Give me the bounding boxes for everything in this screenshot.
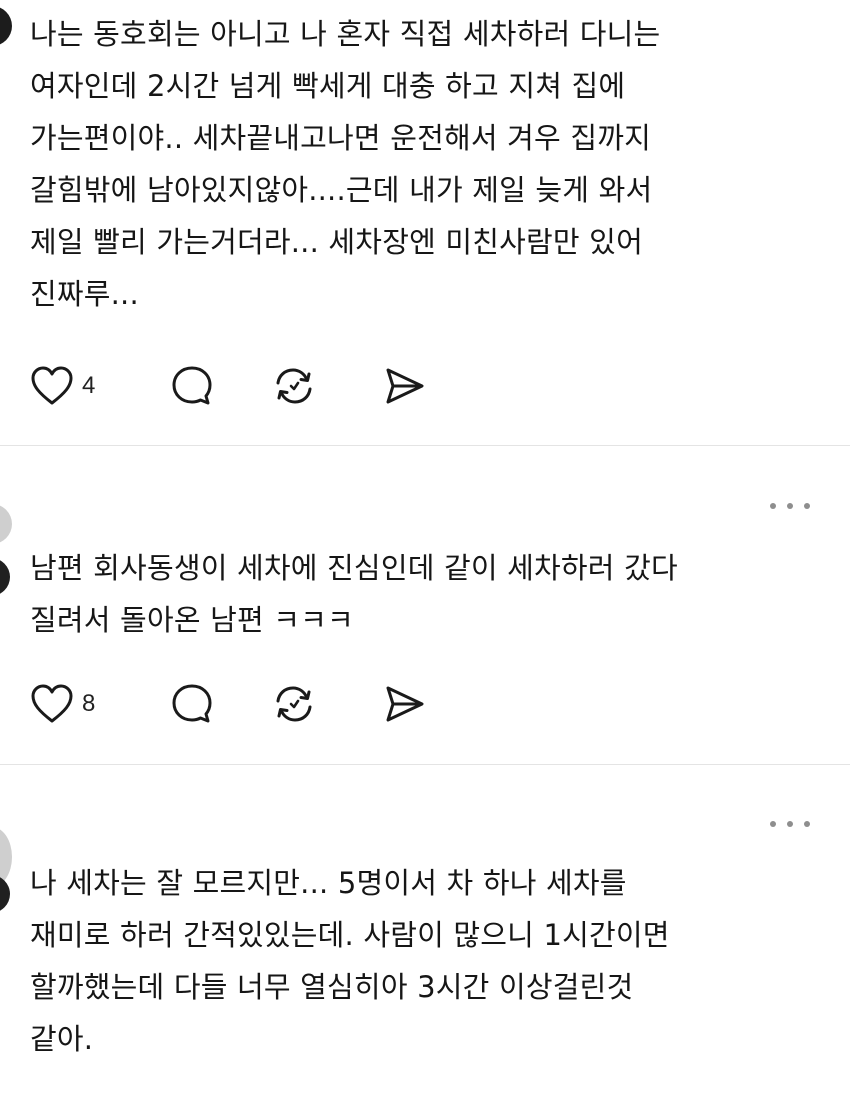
like-count: 4 <box>82 372 96 399</box>
action-bar: 8 <box>30 680 432 728</box>
post-text: 남편 회사동생이 세차에 진심인데 같이 세차하러 갔다 질려서 돌아온 남편 … <box>30 542 830 646</box>
comment-button[interactable] <box>170 362 272 410</box>
more-options-button[interactable] <box>770 498 810 514</box>
comment-bubble-icon <box>172 366 212 405</box>
action-bar: 4 <box>30 362 432 410</box>
post-1: 나는 동호회는 아니고 나 혼자 직접 세차하러 다니는 여자인데 2시간 넘게… <box>0 0 850 445</box>
repost-button[interactable] <box>272 362 382 410</box>
post-text-line: 갈힘밖에 남아있지않아....근데 내가 제일 늦게 와서 <box>30 173 653 207</box>
like-button[interactable]: 4 <box>30 362 170 410</box>
share-button[interactable] <box>382 362 432 410</box>
post-2: 남편 회사동생이 세차에 진심인데 같이 세차하러 갔다 질려서 돌아온 남편 … <box>0 446 850 764</box>
post-text-line: 가는편이야.. 세차끝내고나면 운전해서 겨우 집까지 <box>30 121 651 155</box>
more-horizontal-icon <box>770 503 776 509</box>
like-button[interactable]: 8 <box>30 680 170 728</box>
comment-bubble-icon <box>172 684 212 723</box>
heart-icon <box>31 366 73 405</box>
avatar[interactable] <box>0 504 12 544</box>
avatar[interactable] <box>0 6 12 46</box>
avatar-badge <box>0 875 10 913</box>
like-count: 8 <box>82 690 96 717</box>
post-text-line: 진짜루... <box>30 277 139 311</box>
repost-icon <box>276 368 312 404</box>
more-options-button[interactable] <box>770 816 810 832</box>
comment-button[interactable] <box>170 680 272 728</box>
post-text-line: 같아. <box>30 1022 94 1056</box>
post-text: 나 세차는 잘 모르지만... 5명이서 차 하나 세차를 재미로 하러 간적있… <box>30 857 830 1065</box>
repost-icon <box>276 686 312 722</box>
post-text-line: 제일 빨리 가는거더라... 세차장엔 미친사람만 있어 <box>30 225 643 259</box>
more-horizontal-icon <box>770 821 776 827</box>
post-3: 나 세차는 잘 모르지만... 5명이서 차 하나 세차를 재미로 하러 간적있… <box>0 765 850 1094</box>
post-text-line: 나는 동호회는 아니고 나 혼자 직접 세차하러 다니는 <box>30 17 661 51</box>
send-icon <box>386 686 424 722</box>
heart-icon <box>31 684 73 723</box>
post-text-line: 여자인데 2시간 넘게 빡세게 대충 하고 지쳐 집에 <box>30 69 626 103</box>
repost-button[interactable] <box>272 680 382 728</box>
send-icon <box>386 368 424 404</box>
post-text-line: 남편 회사동생이 세차에 진심인데 같이 세차하러 갔다 <box>30 551 678 585</box>
avatar-badge <box>0 558 10 596</box>
share-button[interactable] <box>382 680 432 728</box>
post-text-line: 할까했는데 다들 너무 열심히아 3시간 이상걸린것 <box>30 970 634 1004</box>
post-text-line: 질려서 돌아온 남편 ㅋㅋㅋ <box>30 603 354 637</box>
post-text: 나는 동호회는 아니고 나 혼자 직접 세차하러 다니는 여자인데 2시간 넘게… <box>30 8 830 320</box>
post-text-line: 나 세차는 잘 모르지만... 5명이서 차 하나 세차를 <box>30 866 627 900</box>
post-text-line: 재미로 하러 간적있있는데. 사람이 많으니 1시간이면 <box>30 918 670 952</box>
